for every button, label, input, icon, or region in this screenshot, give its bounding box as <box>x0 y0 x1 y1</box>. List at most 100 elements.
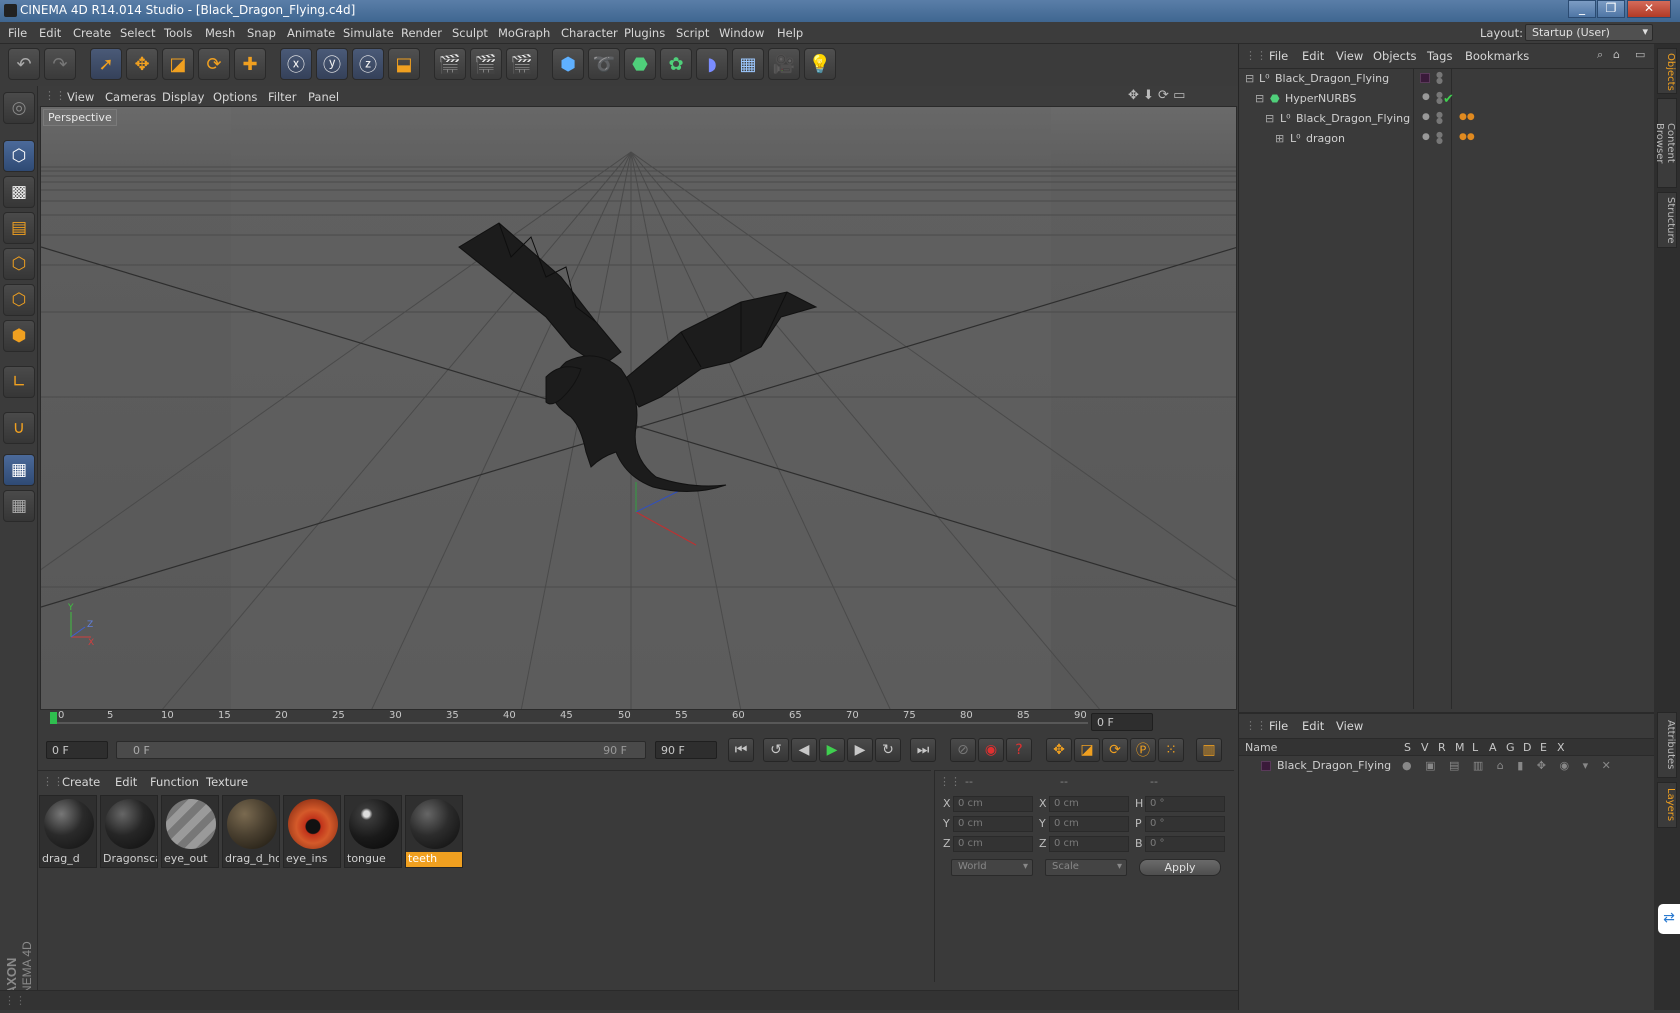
render-picture-viewer-button[interactable]: 🎬 <box>470 48 502 80</box>
teamviewer-icon[interactable]: ⇄ <box>1658 904 1680 934</box>
coordinate-system-button[interactable]: ⬓ <box>388 48 420 80</box>
material-tag-icon[interactable]: ●● <box>1459 112 1475 122</box>
points-mode-button[interactable]: ⬡ <box>3 248 35 280</box>
material-tag-icon[interactable]: ●● <box>1459 132 1475 142</box>
tab-layers[interactable]: Layers <box>1657 782 1677 828</box>
rot-p-field[interactable]: 0 ° <box>1145 816 1225 832</box>
move-button[interactable]: ✥ <box>126 48 158 80</box>
expand-icon[interactable]: ▭ <box>1635 48 1645 61</box>
add-array-button[interactable]: ✿ <box>660 48 692 80</box>
minimize-button[interactable]: _ <box>1568 0 1596 18</box>
timeline-window-button[interactable]: ▥ <box>1196 738 1222 762</box>
add-nurbs-button[interactable]: ⬣ <box>624 48 656 80</box>
go-to-end-button[interactable]: ⏭ <box>910 738 936 762</box>
prev-key-button[interactable]: ↺ <box>763 738 789 762</box>
tab-structure[interactable]: Structure <box>1657 192 1677 248</box>
make-editable-button[interactable]: ◎ <box>3 92 35 124</box>
editor-visibility-dot[interactable]: ● <box>1422 132 1430 142</box>
menu-script[interactable]: Script <box>676 26 709 40</box>
objects-menu-tags[interactable]: Tags <box>1427 49 1452 63</box>
object-row[interactable]: ⊞ L⁰ dragon ● ● ● ●● <box>1239 131 1655 152</box>
visibility-dots[interactable]: ● ● <box>1436 71 1443 85</box>
editor-visibility-dot[interactable]: ● <box>1422 112 1430 122</box>
menu-plugins[interactable]: Plugins <box>624 26 665 40</box>
axis-mode-button[interactable]: ∟ <box>3 366 35 398</box>
visibility-dots[interactable]: ● ● <box>1436 91 1443 105</box>
menu-create[interactable]: Create <box>73 26 111 40</box>
enabled-check-icon[interactable]: ✔ <box>1443 92 1454 107</box>
menu-tools[interactable]: Tools <box>164 26 192 40</box>
layout-dropdown[interactable]: Startup (User) ▾ <box>1525 24 1653 41</box>
objects-menu-file[interactable]: File <box>1269 49 1288 63</box>
rotate-button[interactable]: ⟳ <box>198 48 230 80</box>
autokey-button[interactable]: ◉ <box>978 738 1004 762</box>
menu-help[interactable]: Help <box>777 26 803 40</box>
menu-simulate[interactable]: Simulate <box>343 26 394 40</box>
apply-button[interactable]: Apply <box>1139 859 1221 876</box>
menu-edit[interactable]: Edit <box>39 26 61 40</box>
y-axis-lock-button[interactable]: ⓨ <box>316 48 348 80</box>
collapse-icon[interactable]: ⊟ <box>1245 72 1254 85</box>
material-swatch-selected[interactable]: teeth <box>405 795 463 868</box>
pos-z-field[interactable]: 0 cm <box>953 836 1033 852</box>
size-z-field[interactable]: 0 cm <box>1049 836 1129 852</box>
timeline-ruler[interactable]: 0 5 10 15 20 25 30 35 40 45 50 55 60 65 … <box>38 710 1238 734</box>
layers-menu-view[interactable]: View <box>1336 719 1363 733</box>
objects-menu-objects[interactable]: Objects <box>1373 49 1416 63</box>
viewport-menu-filter[interactable]: Filter <box>268 90 296 104</box>
material-menu-create[interactable]: Create <box>62 775 100 789</box>
rot-h-field[interactable]: 0 ° <box>1145 796 1225 812</box>
workplane-mode-button[interactable]: ▤ <box>3 212 35 244</box>
object-row[interactable]: ⊟ L⁰ Black_Dragon_Flying ● ● ● ●● <box>1239 111 1655 132</box>
viewport-menu-panel[interactable]: Panel <box>308 90 339 104</box>
next-frame-button[interactable]: ▶ <box>847 738 873 762</box>
material-menu-edit[interactable]: Edit <box>115 775 137 789</box>
visibility-dots[interactable]: ● ● <box>1436 131 1443 145</box>
material-swatch[interactable]: eye_ins <box>283 795 341 868</box>
menu-render[interactable]: Render <box>401 26 442 40</box>
viewport-menu-display[interactable]: Display <box>162 90 204 104</box>
add-deformer-button[interactable]: ◗ <box>696 48 728 80</box>
menu-sculpt[interactable]: Sculpt <box>452 26 488 40</box>
texture-mode-button[interactable]: ▩ <box>3 176 35 208</box>
objects-menu-edit[interactable]: Edit <box>1302 49 1324 63</box>
layers-menu-file[interactable]: File <box>1269 719 1288 733</box>
visibility-dots[interactable]: ● ● <box>1436 111 1443 125</box>
edges-mode-button[interactable]: ⬡ <box>3 284 35 316</box>
material-menu-function[interactable]: Function <box>150 775 199 789</box>
tab-objects[interactable]: Objects <box>1657 48 1677 94</box>
viewport-menu-view[interactable]: View <box>67 90 94 104</box>
keyframe-selection-button[interactable]: ? <box>1006 738 1032 762</box>
pos-y-field[interactable]: 0 cm <box>953 816 1033 832</box>
key-scale-button[interactable]: ◪ <box>1074 738 1100 762</box>
go-to-start-button[interactable]: ⏮ <box>728 738 754 762</box>
viewport-nav-icons[interactable]: ✥ ⬇ ⟳ ▭ <box>1128 88 1185 103</box>
start-frame-field[interactable]: 0 F <box>46 741 108 759</box>
next-key-button[interactable]: ↻ <box>875 738 901 762</box>
size-y-field[interactable]: 0 cm <box>1049 816 1129 832</box>
record-keys-button[interactable]: ⊘ <box>950 738 976 762</box>
render-view-button[interactable]: 🎬 <box>434 48 466 80</box>
viewport-menu-options[interactable]: Options <box>213 90 257 104</box>
render-settings-button[interactable]: 🎬 <box>506 48 538 80</box>
collapse-icon[interactable]: ⊟ <box>1255 92 1264 105</box>
menu-file[interactable]: File <box>8 26 27 40</box>
key-pla-button[interactable]: ⁙ <box>1158 738 1184 762</box>
material-swatch[interactable]: drag_d <box>39 795 97 868</box>
material-swatch[interactable]: Dragonsca <box>100 795 158 868</box>
objects-menu-view[interactable]: View <box>1336 49 1363 63</box>
menu-animate[interactable]: Animate <box>287 26 335 40</box>
size-mode-dropdown[interactable]: Scale ▾ <box>1045 859 1127 876</box>
object-row[interactable]: ⊟ ⬣ HyperNURBS ● ● ● ✔ <box>1239 91 1655 112</box>
pos-x-field[interactable]: 0 cm <box>953 796 1033 812</box>
x-axis-lock-button[interactable]: ⓧ <box>280 48 312 80</box>
add-spline-button[interactable]: ➰ <box>588 48 620 80</box>
layers-menu-edit[interactable]: Edit <box>1302 719 1324 733</box>
play-button[interactable]: ▶ <box>819 738 845 762</box>
add-floor-button[interactable]: ▦ <box>732 48 764 80</box>
menu-snap[interactable]: Snap <box>247 26 276 40</box>
expand-tree-icon[interactable]: ⊞ <box>1275 132 1284 145</box>
close-button[interactable]: ✕ <box>1627 0 1671 18</box>
redo-button[interactable]: ↷ <box>44 48 76 80</box>
editor-visibility-dot[interactable]: ● <box>1422 92 1430 102</box>
